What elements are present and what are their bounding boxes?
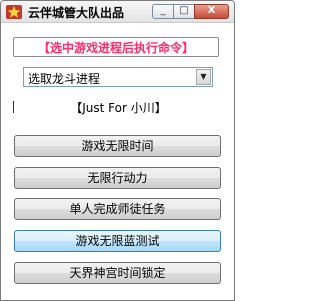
palace-time-lock-button[interactable]: 天界神宫时间锁定	[14, 262, 221, 284]
app-icon	[6, 5, 22, 19]
instruction-text: 【选中游戏进程后执行命令】	[37, 41, 194, 55]
solo-mentor-quest-button[interactable]: 单人完成师徒任务	[14, 198, 221, 220]
process-select[interactable]: 选取龙斗进程 ▼	[23, 67, 213, 87]
title-bar[interactable]: 云伴城管大队出品 _ □ X	[1, 1, 234, 23]
minimize-button[interactable]: _	[152, 4, 174, 19]
chevron-down-icon[interactable]: ▼	[196, 69, 211, 85]
process-select-value: 选取龙斗进程	[28, 72, 101, 86]
infinite-mana-test-button[interactable]: 游戏无限蓝测试	[14, 230, 221, 252]
maximize-button[interactable]: □	[173, 4, 195, 19]
instruction-header: 【选中游戏进程后执行命令】	[13, 37, 219, 57]
close-button[interactable]: X	[194, 4, 229, 19]
infinite-stamina-button[interactable]: 无限行动力	[14, 167, 221, 189]
app-window: 云伴城管大队出品 _ □ X 【选中游戏进程后执行命令】 选取龙斗进程 ▼ 【J…	[0, 0, 235, 301]
window-title: 云伴城管大队出品	[28, 6, 125, 20]
credit-label: 【Just For 小川】	[70, 101, 167, 115]
infinite-time-button[interactable]: 游戏无限时间	[14, 135, 221, 157]
